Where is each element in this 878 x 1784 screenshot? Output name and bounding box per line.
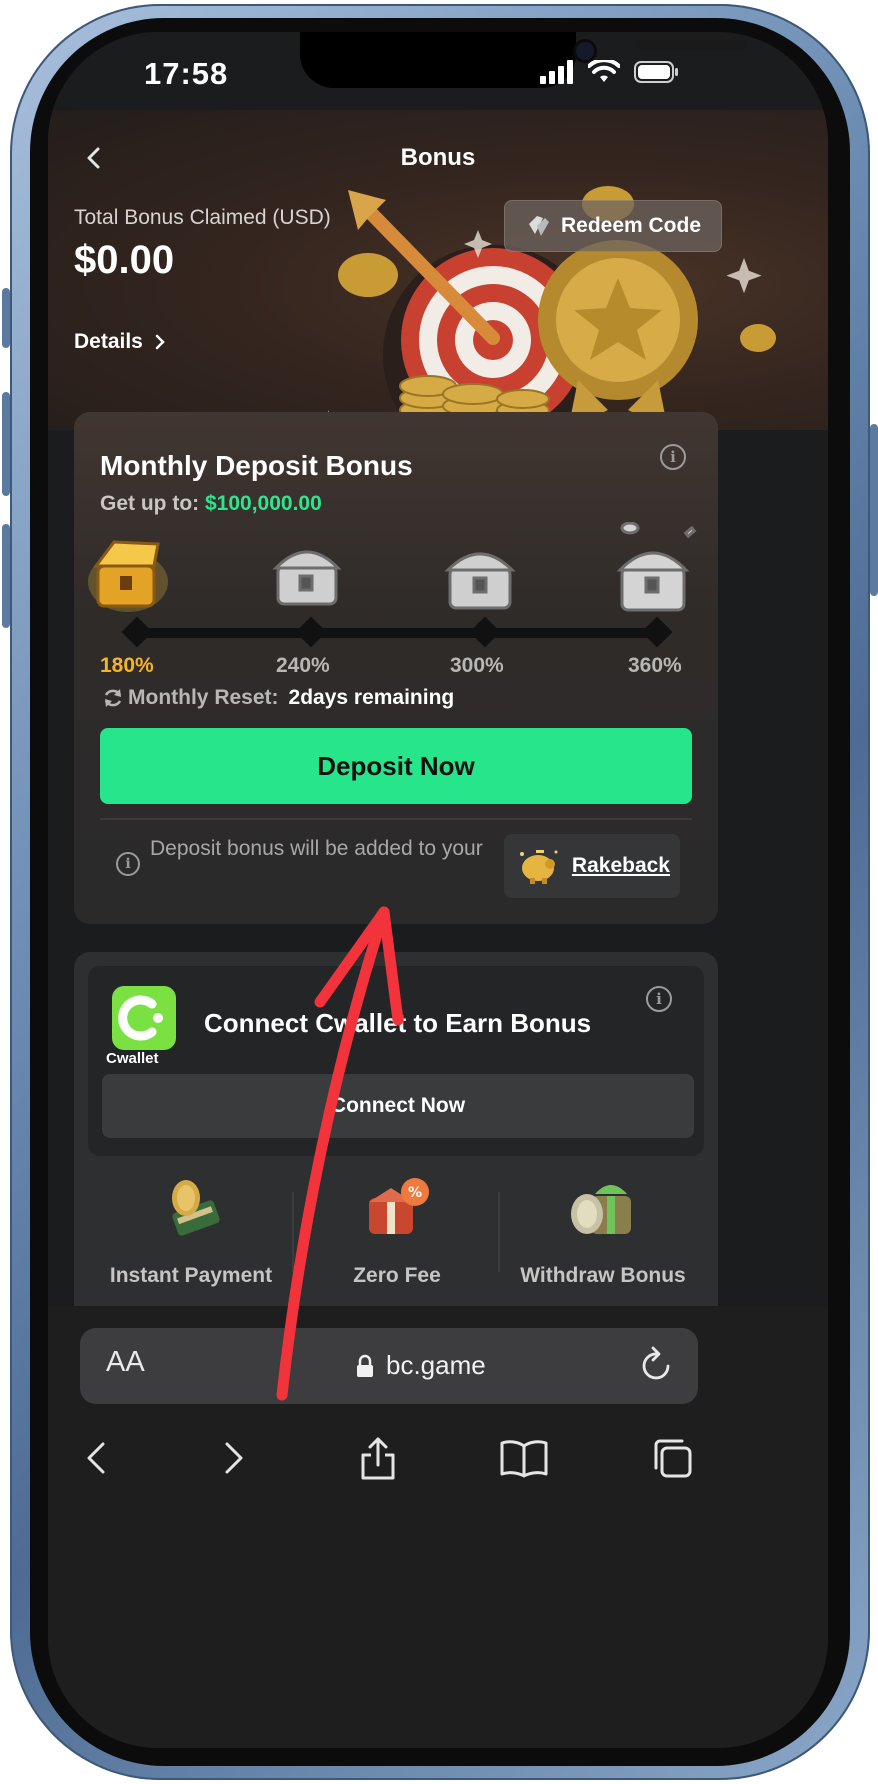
rakeback-label: Rakeback bbox=[571, 854, 670, 877]
page-title: Bonus bbox=[400, 144, 476, 171]
status-icons bbox=[540, 60, 680, 84]
feature-withdraw-bonus bbox=[500, 1172, 706, 1247]
cwallet-logo-text: Cwallet bbox=[106, 1050, 159, 1067]
refresh-icon bbox=[104, 689, 122, 707]
front-camera bbox=[576, 42, 594, 60]
gold-chest-icon bbox=[88, 540, 168, 612]
chevron-right-icon bbox=[155, 334, 165, 350]
chevron-right-icon bbox=[225, 1442, 243, 1474]
info-icon[interactable]: i bbox=[660, 444, 686, 470]
browser-toolbar bbox=[48, 1428, 828, 1508]
treasure-chests bbox=[88, 522, 697, 612]
power-button bbox=[870, 424, 878, 596]
status-time: 17:58 bbox=[144, 56, 229, 91]
ticket-icon bbox=[528, 216, 549, 236]
bookmarks-button[interactable] bbox=[494, 1428, 554, 1488]
tabs-button[interactable] bbox=[642, 1428, 702, 1488]
notch bbox=[300, 32, 746, 88]
phone-screen: 17:58 Bonus Total Bonus Claimed (USD) $0… bbox=[48, 32, 828, 1748]
get-up-to-label: Get up to: bbox=[100, 492, 200, 515]
rakeback-link[interactable]: Rakeback bbox=[504, 834, 680, 898]
svg-text:%: % bbox=[408, 1185, 422, 1201]
tier-progress-track bbox=[134, 628, 658, 638]
get-up-to-text: Get up to: $100,000.00 bbox=[100, 492, 322, 516]
reload-icon bbox=[642, 1346, 670, 1380]
feature-label: Zero Fee bbox=[353, 1264, 441, 1287]
browser-chrome: AA bc.game bbox=[48, 1306, 828, 1748]
details-link[interactable]: Details bbox=[74, 330, 165, 354]
chevron-left-icon bbox=[87, 1442, 105, 1474]
browser-forward-button[interactable] bbox=[204, 1428, 264, 1488]
tier-percent: 180% bbox=[100, 654, 154, 677]
earpiece-speaker bbox=[636, 40, 746, 50]
feature-instant-payment bbox=[88, 1172, 294, 1247]
silver-chest-icon bbox=[272, 550, 342, 606]
coin-card-icon bbox=[172, 1180, 220, 1236]
status-bar: 17:58 bbox=[48, 32, 828, 122]
deposit-now-button[interactable]: Deposit Now bbox=[100, 728, 692, 804]
volume-down-button bbox=[2, 524, 10, 628]
redeem-code-label: Redeem Code bbox=[560, 214, 702, 237]
redeem-code-button[interactable]: Redeem Code bbox=[504, 200, 722, 252]
url-display[interactable]: bc.game bbox=[356, 1350, 486, 1381]
feature-label: Withdraw Bonus bbox=[520, 1264, 686, 1287]
book-icon bbox=[500, 1440, 548, 1478]
details-label: Details bbox=[74, 330, 143, 353]
total-bonus-label: Total Bonus Claimed (USD) bbox=[74, 206, 331, 229]
monthly-deposit-bonus-card: Monthly Deposit Bonus i Get up to: $100,… bbox=[74, 412, 718, 924]
browser-back-button[interactable] bbox=[66, 1428, 126, 1488]
divider bbox=[100, 818, 692, 820]
deposit-bonus-title: Monthly Deposit Bonus bbox=[100, 450, 413, 481]
tabs-icon bbox=[654, 1439, 692, 1478]
silver-chest-icon bbox=[444, 552, 516, 610]
piggy-bank-icon bbox=[520, 850, 558, 884]
wifi-icon bbox=[588, 60, 620, 82]
cellular-signal-icon bbox=[540, 60, 573, 84]
tier-percent: 240% bbox=[276, 654, 330, 677]
tier-percent: 360% bbox=[628, 654, 682, 677]
deposit-bonus-note: Deposit bonus will be added to your bbox=[150, 837, 483, 860]
battery-icon bbox=[634, 61, 678, 83]
info-icon: i bbox=[116, 852, 140, 876]
reader-settings-button[interactable]: AA bbox=[106, 1346, 145, 1379]
share-icon bbox=[361, 1437, 395, 1480]
reload-button[interactable] bbox=[640, 1346, 674, 1389]
lock-icon bbox=[357, 1354, 373, 1377]
share-button[interactable] bbox=[348, 1428, 408, 1488]
connect-now-button[interactable]: Connect Now bbox=[102, 1074, 694, 1138]
url-text: bc.game bbox=[386, 1350, 486, 1380]
mute-switch bbox=[2, 288, 10, 348]
cwallet-card: Cwallet Connect Cwallet to Earn Bonus i … bbox=[74, 952, 718, 1352]
cwallet-logo bbox=[112, 986, 176, 1050]
gift-box-percent-icon: % bbox=[369, 1178, 429, 1234]
feature-zero-fee: % bbox=[294, 1172, 500, 1247]
silver-chest-icon bbox=[616, 522, 697, 612]
cwallet-c-icon bbox=[118, 995, 163, 1041]
monthly-reset-label: Monthly Reset: bbox=[128, 686, 279, 709]
get-up-to-amount: $100,000.00 bbox=[205, 492, 322, 515]
gift-coins-icon bbox=[571, 1185, 631, 1234]
address-bar[interactable]: AA bc.game bbox=[80, 1328, 698, 1404]
total-bonus-value: $0.00 bbox=[74, 238, 175, 282]
bonus-hero: Bonus Total Bonus Claimed (USD) $0.00 De… bbox=[48, 110, 828, 430]
cwallet-title: Connect Cwallet to Earn Bonus bbox=[204, 1008, 592, 1038]
feature-label: Instant Payment bbox=[109, 1264, 273, 1287]
info-icon[interactable]: i bbox=[646, 986, 672, 1012]
monthly-reset-remaining: 2days remaining bbox=[288, 686, 455, 709]
tier-percent: 300% bbox=[450, 654, 504, 677]
volume-up-button bbox=[2, 392, 10, 496]
cwallet-connect-panel: Cwallet Connect Cwallet to Earn Bonus i … bbox=[88, 966, 704, 1156]
monthly-reset: Monthly Reset: 2days remaining bbox=[102, 686, 454, 710]
